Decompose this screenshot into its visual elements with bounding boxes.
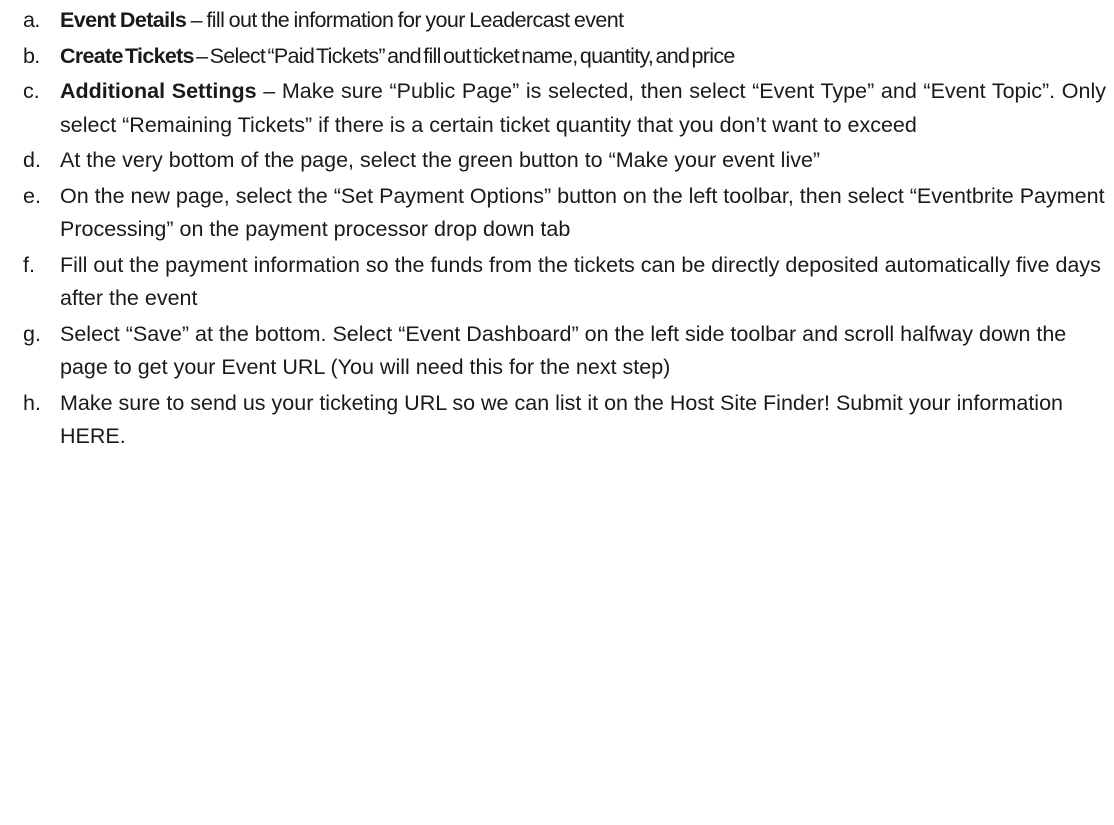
item-heading: Additional Settings (60, 79, 257, 103)
item-text: fill out the information for your Leader… (206, 8, 624, 32)
list-marker: g. (23, 321, 41, 346)
list-item-make-live: d. At the very bottom of the page, selec… (0, 144, 1114, 178)
list-marker: c. (23, 79, 40, 103)
item-separator: – (186, 8, 207, 32)
list-marker: f. (23, 252, 35, 277)
list-marker: b. (23, 43, 40, 68)
item-heading: Event Details (60, 8, 187, 32)
item-separator: – (193, 43, 210, 68)
item-heading: Create Tickets (60, 43, 195, 68)
list-item-create-tickets: b. Create Tickets – Select “Paid Tickets… (0, 40, 1114, 74)
list-item-save-dashboard: g. Select “Save” at the bottom. Select “… (0, 318, 1114, 385)
item-text: At the very bottom of the page, select t… (60, 148, 821, 172)
list-item-payment-options: e. On the new page, select the “Set Paym… (0, 180, 1114, 247)
item-separator: – (256, 79, 282, 103)
item-text: Select “Paid Tickets” and fill out ticke… (209, 43, 736, 68)
item-text: On the new page, select the “Set Payment… (60, 183, 1105, 242)
list-item-submit-url: h. Make sure to send us your ticketing U… (0, 387, 1114, 454)
list-marker: e. (23, 183, 41, 208)
list-item-event-details: a. Event Details – fill out the informat… (0, 4, 1114, 38)
item-text: Make sure to send us your ticketing URL … (60, 390, 1063, 449)
list-item-additional-settings: c. Additional Settings – Make sure “Publ… (0, 75, 1114, 142)
item-text: Select “Save” at the bottom. Select “Eve… (60, 321, 1067, 380)
list-marker: a. (23, 8, 40, 32)
list-item-payment-info: f. Fill out the payment information so t… (0, 249, 1114, 316)
instruction-list: a. Event Details – fill out the informat… (0, 0, 1114, 454)
list-marker: h. (23, 390, 41, 415)
item-text: Fill out the payment information so the … (60, 252, 1101, 311)
list-marker: d. (23, 148, 41, 172)
